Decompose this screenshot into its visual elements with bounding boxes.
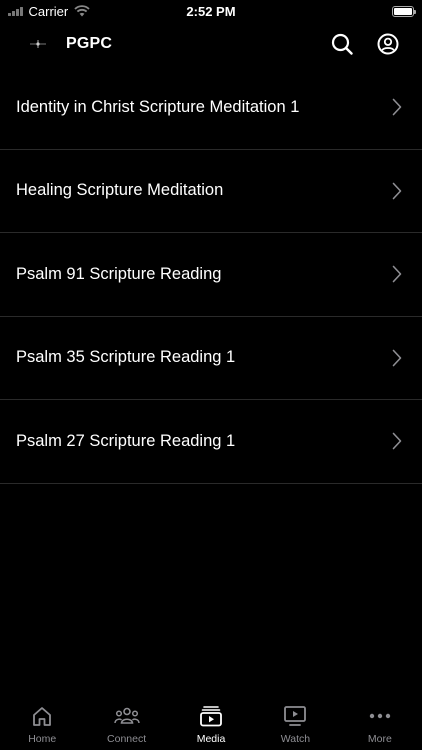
tab-label: Watch xyxy=(280,733,311,745)
home-icon xyxy=(29,704,55,728)
status-bar: Carrier 2:52 PM xyxy=(0,0,422,22)
carrier-label: Carrier xyxy=(28,3,69,19)
battery-icon xyxy=(392,5,416,17)
tab-home[interactable]: Home xyxy=(0,698,84,750)
signal-icon xyxy=(8,6,23,16)
tab-label: Connect xyxy=(107,733,147,745)
list-item[interactable]: Psalm 91 Scripture Reading xyxy=(0,233,422,317)
more-icon xyxy=(367,704,393,728)
list-item[interactable]: Psalm 27 Scripture Reading 1 xyxy=(0,400,422,484)
list-item[interactable]: Identity in Christ Scripture Meditation … xyxy=(0,66,422,150)
status-left: Carrier xyxy=(8,4,90,19)
chevron-right-icon xyxy=(390,98,404,116)
list-item-title: Psalm 27 Scripture Reading 1 xyxy=(16,431,236,450)
tab-more[interactable]: More xyxy=(338,698,422,750)
list-item-title: Healing Scripture Meditation xyxy=(16,181,224,200)
tab-bar: Home Connect Media Watch More xyxy=(0,698,422,750)
app-header: PGPC xyxy=(0,22,422,66)
list-item-title: Identity in Christ Scripture Meditation … xyxy=(16,97,300,116)
watch-icon xyxy=(282,704,308,728)
tab-label: Home xyxy=(28,733,57,745)
chevron-right-icon xyxy=(390,182,404,200)
church-logo-icon[interactable] xyxy=(26,32,50,56)
page-title: PGPC xyxy=(66,35,113,52)
tab-label: Media xyxy=(196,733,226,745)
search-icon[interactable] xyxy=(330,32,354,56)
battery-fill xyxy=(394,7,412,15)
list-item-title: Psalm 35 Scripture Reading 1 xyxy=(16,348,236,367)
chevron-right-icon xyxy=(390,432,404,450)
media-icon xyxy=(198,704,224,728)
list-item[interactable]: Psalm 35 Scripture Reading 1 xyxy=(0,317,422,400)
app-screen: Carrier 2:52 PM PGPC Identity in Christ … xyxy=(0,0,422,750)
tab-media[interactable]: Media xyxy=(169,698,253,750)
tab-connect[interactable]: Connect xyxy=(84,698,168,750)
account-icon[interactable] xyxy=(376,32,400,56)
list-item-title: Psalm 91 Scripture Reading xyxy=(16,264,222,283)
chevron-right-icon xyxy=(390,349,404,367)
tab-watch[interactable]: Watch xyxy=(253,698,337,750)
list-item[interactable]: Healing Scripture Meditation xyxy=(0,150,422,233)
people-icon xyxy=(113,704,140,728)
chevron-right-icon xyxy=(390,265,404,283)
tab-label: More xyxy=(367,733,392,745)
wifi-icon xyxy=(74,5,90,17)
header-actions xyxy=(330,32,400,56)
media-list: Identity in Christ Scripture Meditation … xyxy=(0,66,422,484)
